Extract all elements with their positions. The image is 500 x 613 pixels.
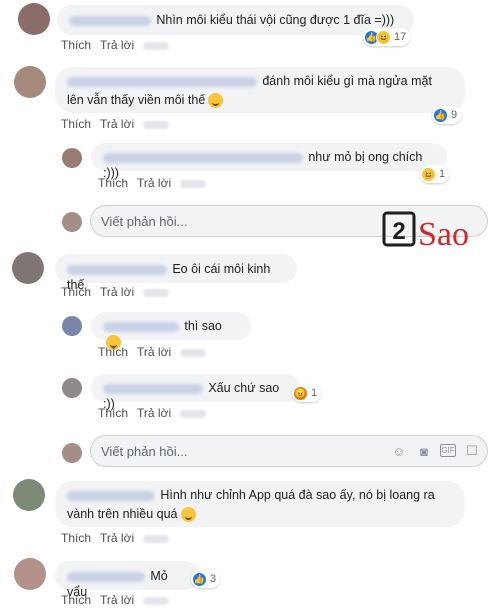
comment-actions: Thích Trả lời: [61, 38, 178, 52]
commenter-name[interactable]: [67, 264, 167, 275]
timestamp[interactable]: [143, 288, 170, 297]
like-link[interactable]: Thích: [61, 117, 91, 131]
reaction-count: 1: [311, 387, 318, 399]
commenter-name[interactable]: [67, 490, 155, 501]
reply-tools: ☺ ◙ GIF ☐: [383, 442, 481, 460]
like-icon: 👍: [433, 107, 448, 123]
angry-icon: 😠: [293, 385, 308, 401]
avatar[interactable]: [14, 558, 46, 590]
haha-icon: 😆: [376, 29, 391, 45]
commenter-name[interactable]: [103, 152, 303, 163]
comment-bubble: Eo ôi cái môi kinh thế: [55, 254, 297, 292]
like-link[interactable]: Thích: [61, 285, 91, 299]
avatar[interactable]: [13, 479, 45, 511]
avatar[interactable]: [62, 378, 82, 398]
reply-actions: Thích Trả lời: [98, 406, 215, 420]
commenter-name[interactable]: [103, 383, 203, 394]
smile-emoji-icon: [208, 93, 224, 109]
sticker-icon[interactable]: ☐: [463, 442, 481, 460]
timestamp[interactable]: [143, 534, 170, 543]
reply-link[interactable]: Trả lời: [100, 593, 134, 607]
comment-text-line: lên vẫn thấy viền môi thế: [67, 93, 206, 107]
reply-bubble: Xấu chứ sao :)): [91, 374, 301, 411]
camera-icon[interactable]: ◙: [415, 442, 433, 460]
commenter-name[interactable]: [103, 321, 179, 332]
reaction-count: 9: [451, 109, 458, 121]
comment-text-line: Hình như chỉnh App quá đà sao ấy, nó bị …: [160, 488, 435, 502]
like-icon: 👍: [192, 571, 207, 587]
comment-text-line: vành trên nhiều quá: [67, 507, 178, 521]
reply-text: thì sao: [184, 319, 222, 333]
haha-icon: 😆: [421, 166, 436, 182]
timestamp[interactable]: [180, 409, 207, 418]
like-link[interactable]: Thích: [61, 593, 91, 607]
reply-input[interactable]: [101, 213, 301, 229]
reply-link[interactable]: Trả lời: [100, 285, 134, 299]
logo-number: 2: [392, 218, 405, 245]
avatar: [62, 443, 82, 463]
avatar[interactable]: [62, 148, 82, 168]
reply-actions: Thích Trả lời: [98, 176, 215, 190]
logo-word: Sao: [418, 216, 469, 251]
comment-text: Nhìn môi kiểu thái vội cũng được 1 đĩa =…: [156, 13, 395, 27]
smile-emoji-icon: [180, 507, 196, 523]
gif-icon[interactable]: GIF: [440, 444, 456, 457]
reaction-summary[interactable]: 😠 1: [292, 384, 322, 402]
reply-link[interactable]: Trả lời: [100, 117, 134, 131]
timestamp[interactable]: [143, 596, 170, 605]
commenter-name[interactable]: [69, 15, 151, 26]
comment-actions: Thích Trả lời: [61, 285, 178, 299]
comment-actions: Thích Trả lời: [61, 531, 178, 545]
comment-text-line: đánh môi kiểu gì mà ngửa mặt: [262, 74, 432, 88]
reaction-summary[interactable]: 😆 1: [420, 165, 450, 183]
emoji-icon[interactable]: ☺: [390, 442, 408, 460]
reaction-summary[interactable]: 👍 9: [432, 106, 462, 124]
timestamp[interactable]: [180, 348, 207, 357]
comment-bubble: Mỏ vẩu: [55, 561, 200, 599]
like-link[interactable]: Thích: [98, 345, 128, 359]
reply-actions: Thích Trả lời: [98, 345, 215, 359]
reply-link[interactable]: Trả lời: [100, 531, 134, 545]
avatar[interactable]: [14, 66, 46, 98]
commenter-name[interactable]: [67, 571, 145, 582]
avatar: [62, 212, 82, 232]
reaction-count: 1: [439, 168, 446, 180]
commenter-name[interactable]: [67, 76, 257, 87]
comment-actions: Thích Trả lời: [61, 593, 178, 607]
reaction-count: 3: [210, 573, 217, 585]
reply-bubble: như mỏ bị ong chích :))): [91, 143, 447, 180]
avatar[interactable]: [12, 252, 44, 284]
avatar[interactable]: [18, 3, 50, 35]
reply-link[interactable]: Trả lời: [137, 176, 171, 190]
comment-bubble: đánh môi kiểu gì mà ngửa mặt lên vẫn thấ…: [55, 67, 465, 113]
reply-bubble: thì sao: [91, 312, 251, 351]
reply-input[interactable]: [101, 443, 301, 459]
comment-bubble: Hình như chỉnh App quá đà sao ấy, nó bị …: [55, 481, 465, 527]
reply-link[interactable]: Trả lời: [137, 406, 171, 420]
avatar[interactable]: [62, 316, 82, 336]
reaction-count: 17: [394, 31, 407, 43]
reply-link[interactable]: Trả lời: [137, 345, 171, 359]
site-logo: 2 Sao: [382, 205, 490, 253]
reaction-summary[interactable]: 👍 😆 17: [363, 28, 411, 46]
like-link[interactable]: Thích: [98, 406, 128, 420]
like-link[interactable]: Thích: [61, 38, 91, 52]
reply-input-box[interactable]: ☺ ◙ GIF ☐: [90, 435, 488, 467]
comment-actions: Thích Trả lời: [61, 117, 178, 131]
timestamp[interactable]: [180, 179, 207, 188]
like-link[interactable]: Thích: [98, 176, 128, 190]
reply-link[interactable]: Trả lời: [100, 38, 134, 52]
timestamp[interactable]: [143, 120, 170, 129]
reaction-summary[interactable]: 👍 3: [191, 570, 221, 588]
timestamp[interactable]: [143, 41, 170, 50]
like-link[interactable]: Thích: [61, 531, 91, 545]
comment-bubble: Nhìn môi kiểu thái vội cũng được 1 đĩa =…: [57, 5, 414, 35]
